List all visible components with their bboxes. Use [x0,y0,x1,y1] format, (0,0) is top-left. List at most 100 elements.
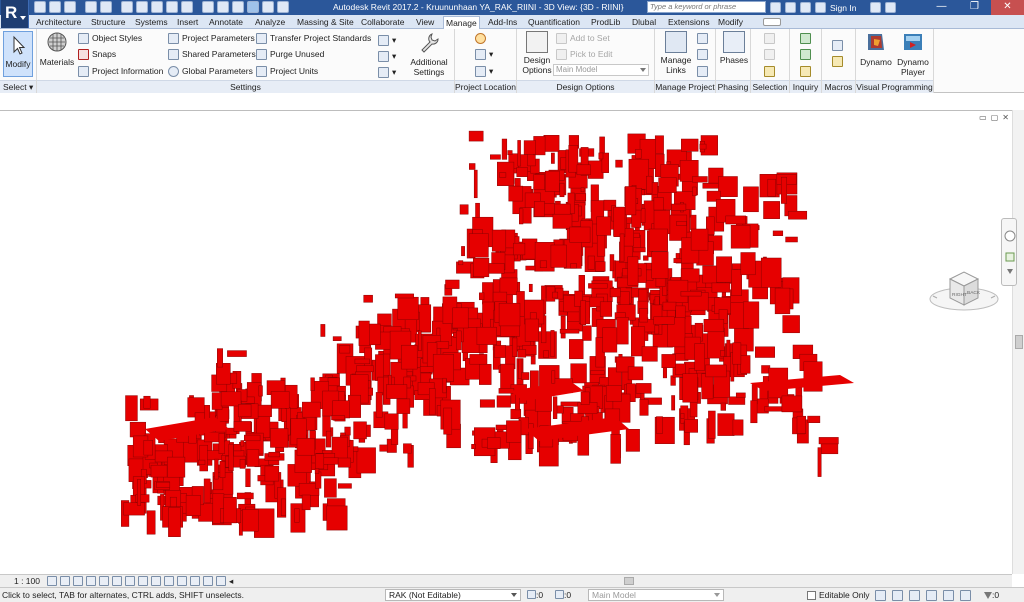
model-element[interactable] [551,152,555,164]
model-element[interactable] [654,135,664,155]
model-element[interactable] [675,363,686,375]
model-element[interactable] [479,292,485,301]
model-element[interactable] [315,453,325,470]
model-element[interactable] [627,256,639,286]
object-styles-button[interactable]: Object Styles [78,32,142,44]
model-element[interactable] [682,373,698,403]
tab-insert[interactable]: Insert [175,16,200,29]
model-element[interactable] [662,301,677,311]
model-element[interactable] [616,317,629,345]
detail-level-icon[interactable] [47,576,57,586]
model-element[interactable] [517,140,521,167]
model-element[interactable] [730,224,751,249]
model-element[interactable] [699,143,707,150]
model-element[interactable] [125,395,138,422]
chevron-down-icon[interactable] [1007,269,1013,274]
model-element[interactable] [588,283,608,289]
model-element[interactable] [760,257,782,288]
tab-modify[interactable]: Modify [716,16,745,29]
model-element[interactable] [211,392,223,410]
model-element[interactable] [227,350,247,357]
dimension-icon[interactable] [151,1,163,13]
model-element[interactable] [732,419,744,436]
model-element[interactable] [129,421,146,438]
model-element[interactable] [570,263,577,269]
model-element[interactable] [168,507,181,537]
model-element[interactable] [490,154,501,160]
model-element[interactable] [327,377,340,387]
model-element[interactable] [570,363,587,384]
model-element[interactable] [708,410,716,439]
model-element[interactable] [569,226,591,243]
measure-icon[interactable] [136,1,148,13]
visual-style-icon[interactable] [60,576,70,586]
tab-structure[interactable]: Structure [89,16,128,29]
model-element[interactable] [443,407,453,435]
model-element[interactable] [396,398,411,414]
model-element[interactable] [379,444,389,452]
model-element[interactable] [197,459,206,465]
customize-qat-icon[interactable] [277,1,289,13]
vertical-scrollbar[interactable] [1012,110,1024,574]
model-element[interactable] [639,399,649,416]
model-element[interactable] [533,174,545,191]
model-element[interactable] [384,413,399,430]
model-element[interactable] [150,464,168,478]
manage-links-button[interactable]: Manage Links [657,31,695,75]
model-element[interactable] [782,315,800,334]
model-element[interactable] [310,377,315,391]
model-element[interactable] [764,406,783,412]
model-element[interactable] [528,423,534,450]
model-element[interactable] [167,456,186,478]
sign-in-link[interactable]: Sign In [830,3,856,13]
model-element[interactable] [353,421,367,440]
model-element[interactable] [552,291,559,299]
model-element[interactable] [639,308,648,323]
application-menu-button[interactable]: R [1,0,29,28]
model-element[interactable] [220,391,242,407]
model-element[interactable] [217,348,223,368]
model-element[interactable] [314,468,320,474]
tag-icon[interactable] [166,1,178,13]
model-element[interactable] [716,256,732,283]
model-element[interactable] [732,342,742,365]
model-element[interactable] [459,204,469,215]
model-element[interactable] [559,328,580,334]
tab-analyze[interactable]: Analyze [253,16,287,29]
project-units-button[interactable]: Project Units [256,65,318,77]
model-element[interactable] [702,265,718,284]
decal-types-button[interactable] [697,65,708,77]
model-element[interactable] [818,437,839,445]
model-element[interactable] [418,330,422,351]
model-element[interactable] [560,401,581,407]
tab-annotate[interactable]: Annotate [207,16,245,29]
model-element[interactable] [516,167,528,177]
model-element[interactable] [348,394,361,418]
save-selection-button[interactable] [764,32,775,44]
model-element[interactable] [332,336,342,341]
model-element[interactable] [498,302,521,327]
model-element[interactable] [580,187,585,193]
model-element[interactable] [429,388,436,416]
model-element[interactable] [550,244,567,268]
model-element[interactable] [245,468,251,487]
model-element[interactable] [743,186,759,213]
model-element[interactable] [580,300,586,326]
model-element[interactable] [203,478,211,504]
modify-button[interactable]: Modify [3,31,33,77]
scroll-left-icon[interactable]: ◂ [229,576,233,587]
model-element[interactable] [767,178,776,197]
model-element[interactable] [651,251,669,279]
tab-extensions[interactable]: Extensions [666,16,712,29]
model-element[interactable] [479,399,495,408]
shadows-icon[interactable] [86,576,96,586]
model-element[interactable] [653,197,664,211]
sun-path-icon[interactable] [73,576,83,586]
macro-security-button[interactable] [832,55,843,67]
model-element[interactable] [508,185,524,202]
model-element[interactable] [785,236,798,243]
model-element[interactable] [491,229,507,252]
model-element[interactable] [218,433,225,454]
ids-of-selection-button[interactable] [800,32,811,44]
model-element[interactable] [648,228,668,252]
